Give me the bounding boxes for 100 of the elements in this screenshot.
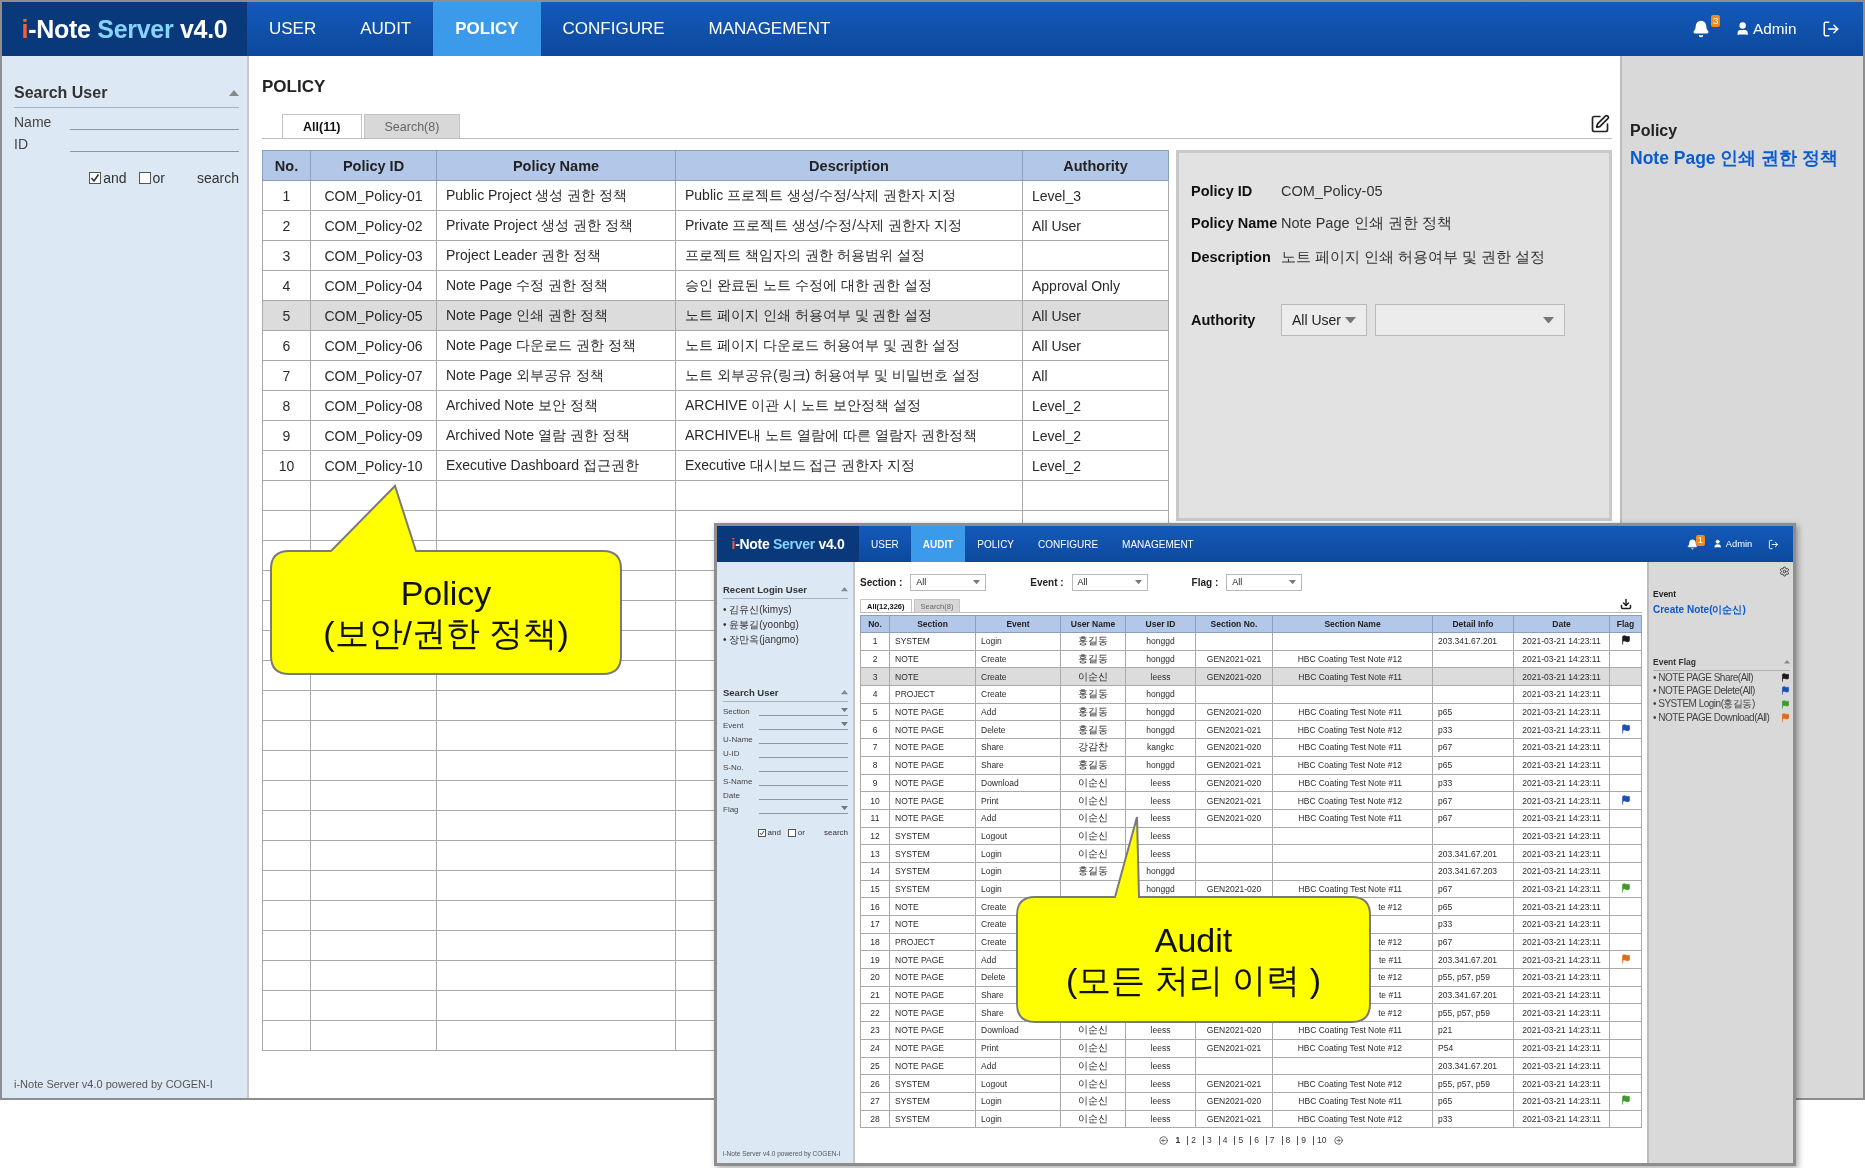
table-cell: COM_Policy-04 — [310, 270, 437, 301]
nav-tab[interactable]: POLICY — [965, 526, 1027, 562]
table-cell: 8 — [262, 390, 311, 421]
checkbox[interactable] — [138, 172, 151, 185]
tab[interactable]: Search(8) — [363, 114, 461, 138]
collapse-icon[interactable] — [229, 90, 239, 96]
table-cell: 이순신 — [1060, 791, 1126, 810]
page-link[interactable]: 10 — [1313, 1136, 1330, 1146]
table-cell: 5 — [262, 300, 311, 331]
table-cell: Private Project 생성 권한 정책 — [436, 210, 676, 241]
table-cell: 홍길동 — [1060, 685, 1126, 704]
edit-icon[interactable] — [1590, 114, 1610, 134]
settings-icon[interactable] — [1779, 566, 1790, 577]
table-row[interactable]: 8 COM_Policy-08 Archived Note 보안 정책 ARCHIVE 이관 시 노트 보안정책 설정 Level_2 — [262, 390, 1169, 421]
checkbox[interactable] — [89, 172, 102, 185]
table-cell: SYSTEM — [889, 1074, 976, 1093]
table-cell: GEN2021-021 — [1195, 650, 1273, 668]
user-name[interactable]: Admin — [1725, 539, 1753, 549]
table-row[interactable]: 10 COM_Policy-10 Executive Dashboard 접근권한 Executive 대시보드 접근 권한자 지정 Level_2 — [262, 450, 1169, 481]
page-link[interactable]: 1 — [1172, 1136, 1184, 1146]
table-row[interactable]: 1 COM_Policy-01 Public Project 생성 권한 정책 Public 프로젝트 생성/수정/삭제 권한자 지정 Level_3 — [262, 180, 1169, 211]
table-cell: p33 — [1432, 915, 1514, 934]
page-link[interactable]: 4 — [1218, 1136, 1231, 1146]
tab[interactable]: All(11) — [282, 114, 362, 138]
nav-tab[interactable]: CONFIGURE — [1026, 526, 1111, 562]
nav-tab[interactable]: CONFIGURE — [540, 2, 687, 56]
nav-tab[interactable]: MANAGEMENT — [1110, 526, 1206, 562]
table-row[interactable]: 3 COM_Policy-03 Project Leader 권한 정책 프로젝트 책임자의 권한 허용범위 설정 — [262, 240, 1169, 271]
table-row[interactable]: 2 COM_Policy-02 Private Project 생성 권한 정책 Private 프로젝트 생성/수정/삭제 권한자 지정 All User — [262, 210, 1169, 241]
page-link[interactable]: 8 — [1281, 1136, 1294, 1146]
flag-list-item[interactable]: • NOTE PAGE Share(All) — [1653, 671, 1754, 683]
table-cell: NOTE PAGE — [889, 1039, 976, 1057]
table-cell: p65 — [1432, 756, 1514, 774]
flag-list-item[interactable]: • NOTE PAGE Delete(All) — [1653, 685, 1755, 697]
user-list-item[interactable]: • 김유신(kimys) — [723, 603, 848, 617]
page-link[interactable]: 3 — [1202, 1136, 1215, 1146]
search-link[interactable]: search — [196, 170, 239, 187]
table-row[interactable]: 5 COM_Policy-05 Note Page 인쇄 권한 정책 노트 페이지 인쇄 허용여부 및 권한 설정 All User — [262, 300, 1169, 331]
next-page-icon[interactable] — [1333, 1136, 1343, 1146]
checkbox-label: and — [103, 170, 127, 187]
checkbox-label: or — [152, 170, 165, 187]
table-cell: NOTE — [889, 650, 976, 668]
select-field[interactable] — [759, 803, 848, 814]
table-cell: leess — [1125, 774, 1196, 792]
table-row[interactable]: 4 COM_Policy-04 Note Page 수정 권한 정책 승인 완료된 노트 수정에 대한 권한 설정 Approval Only — [262, 270, 1169, 301]
table-cell: Share — [975, 756, 1061, 774]
table-cell: 203.341.67.201 — [1432, 986, 1514, 1004]
table-cell: 16 — [860, 897, 890, 916]
table-row[interactable]: 9 COM_Policy-09 Archived Note 열람 권한 정책 ARCHIVE내 노트 열람에 따른 열람자 권한정책 Level_2 — [262, 420, 1169, 451]
page-link[interactable]: 9 — [1297, 1136, 1310, 1146]
collapse-icon[interactable] — [841, 587, 848, 592]
collapse-icon[interactable] — [841, 690, 848, 695]
bell-icon[interactable] — [1687, 538, 1699, 550]
table-row[interactable]: 7 COM_Policy-07 Note Page 외부공유 정책 노트 외부공유(링크) 허용여부 및 비밀번호 설정 All — [262, 360, 1169, 391]
user-list-item[interactable]: • 윤봉길(yoonbg) — [723, 618, 848, 632]
collapse-icon[interactable] — [1784, 660, 1790, 664]
checkbox[interactable] — [787, 828, 796, 837]
column-header: Description — [675, 150, 1023, 181]
table-cell: Note Page 수정 권한 정책 — [436, 270, 676, 301]
previous-page-icon[interactable] — [1159, 1136, 1169, 1146]
bell-icon[interactable] — [1691, 20, 1710, 38]
select-field[interactable] — [759, 719, 848, 730]
logout-icon[interactable] — [1821, 20, 1840, 38]
table-cell: 이순신 — [1060, 1092, 1126, 1111]
caret-icon — [1345, 316, 1356, 324]
nav-tab[interactable]: AUDIT — [338, 2, 434, 56]
filter-select[interactable]: All — [910, 573, 987, 591]
table-cell: 2 — [262, 210, 311, 241]
page-link[interactable]: 6 — [1250, 1136, 1262, 1146]
table-row[interactable]: 6 COM_Policy-06 Note Page 다운로드 권한 정책 노트 페이지 다운로드 허용여부 및 권한 설정 All User — [262, 330, 1169, 361]
filter-select[interactable]: All — [1226, 573, 1303, 591]
authority-select[interactable]: All User — [1281, 304, 1367, 336]
nav-tab[interactable]: USER — [859, 526, 911, 562]
nav-tab[interactable]: USER — [247, 2, 339, 56]
user-list-item[interactable]: • 장만옥(jangmo) — [723, 633, 848, 647]
nav-tab[interactable]: MANAGEMENT — [686, 2, 853, 56]
page-link[interactable]: 2 — [1187, 1136, 1199, 1146]
flag-list-item[interactable]: • SYSTEM Login(홍길동) — [1653, 697, 1755, 712]
filter-select[interactable]: All — [1071, 573, 1148, 591]
table-cell: HBC Coating Test Note #11 — [1272, 667, 1433, 686]
table-cell: 6 — [262, 330, 311, 361]
table-cell: 18 — [860, 933, 890, 951]
download-icon[interactable] — [1620, 598, 1632, 610]
select-field[interactable] — [759, 705, 848, 716]
authority-select[interactable] — [1375, 304, 1565, 336]
search-link[interactable]: search — [824, 828, 848, 837]
callout-text: Policy (보안/권한 정책) — [323, 572, 569, 653]
checkbox[interactable] — [757, 828, 766, 837]
table-cell: 13 — [860, 844, 890, 863]
table-cell: Login — [975, 844, 1061, 863]
user-name[interactable]: Admin — [1753, 20, 1797, 38]
table-cell: GEN2021-021 — [1195, 1039, 1273, 1057]
page-link[interactable]: 5 — [1234, 1136, 1247, 1146]
page-link[interactable]: 7 — [1265, 1136, 1278, 1146]
flag-list-item[interactable]: • NOTE PAGE Download(All) — [1653, 712, 1770, 724]
table-cell: Note Page 외부공유 정책 — [436, 360, 676, 391]
column-header: User ID — [1125, 615, 1196, 633]
table-cell: NOTE PAGE — [889, 703, 976, 721]
logout-icon[interactable] — [1767, 538, 1779, 550]
column-header: No. — [262, 150, 311, 181]
